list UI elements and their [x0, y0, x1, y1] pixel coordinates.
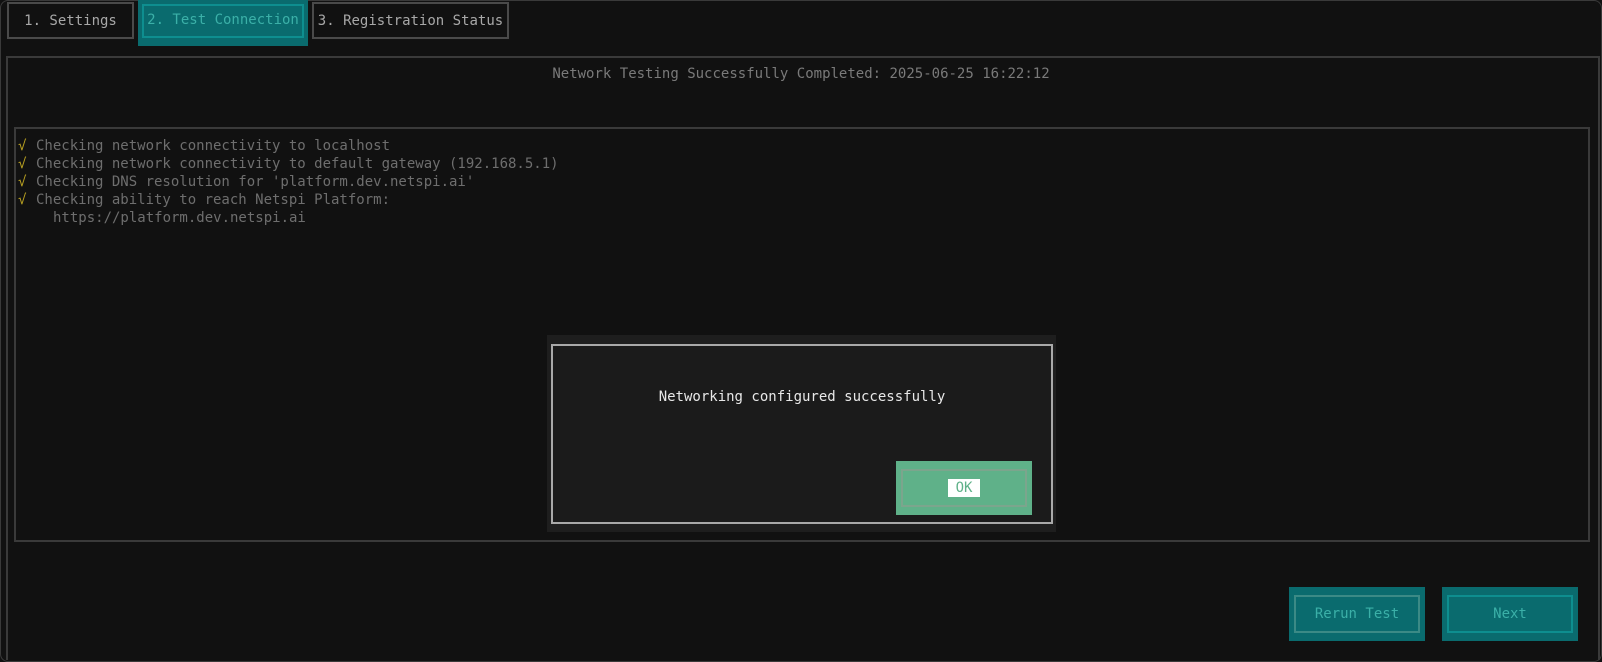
status-heading: Network Testing Successfully Completed: …	[552, 66, 1050, 82]
rerun-test-button[interactable]: Rerun Test	[1289, 587, 1425, 641]
check-text: Checking network connectivity to default…	[36, 156, 559, 172]
ok-button-border: OK	[901, 469, 1027, 507]
next-label: Next	[1493, 606, 1527, 622]
tab-test-connection-label: 2. Test Connection	[147, 12, 299, 28]
check-item: √ Checking DNS resolution for 'platform.d…	[18, 173, 474, 191]
dialog-message: Networking configured successfully	[658, 389, 946, 405]
rerun-test-label: Rerun Test	[1314, 606, 1400, 622]
checkmark-icon: √	[18, 192, 27, 208]
tab-settings-label: 1. Settings	[24, 12, 117, 29]
check-item: √ Checking network connectivity to localh…	[18, 137, 390, 155]
checkmark-icon: √	[18, 156, 27, 172]
check-text: Checking network connectivity to localho…	[36, 138, 391, 154]
checkmark-icon: √	[18, 174, 27, 190]
tab-registration-status-label: 3. Registration Status	[317, 12, 504, 29]
tab-test-connection[interactable]: 2. Test Connection	[138, 0, 308, 46]
check-text: Checking DNS resolution for 'platform.de…	[36, 174, 475, 190]
ok-button-label: OK	[947, 479, 981, 497]
check-continuation: https://platform.dev.netspi.ai	[53, 210, 306, 226]
check-text: Checking ability to reach Netspi Platfor…	[36, 192, 391, 208]
tab-settings[interactable]: 1. Settings	[7, 2, 134, 39]
next-border: Next	[1447, 595, 1573, 633]
rerun-test-border: Rerun Test	[1294, 595, 1420, 633]
tab-registration-status[interactable]: 3. Registration Status	[312, 2, 509, 39]
check-item: √ Checking network connectivity to defaul…	[18, 155, 559, 173]
ok-button[interactable]: OK	[896, 461, 1032, 515]
next-button[interactable]: Next	[1442, 587, 1578, 641]
check-item: √ Checking ability to reach Netspi Platfo…	[18, 191, 390, 209]
checkmark-icon: √	[18, 138, 27, 154]
